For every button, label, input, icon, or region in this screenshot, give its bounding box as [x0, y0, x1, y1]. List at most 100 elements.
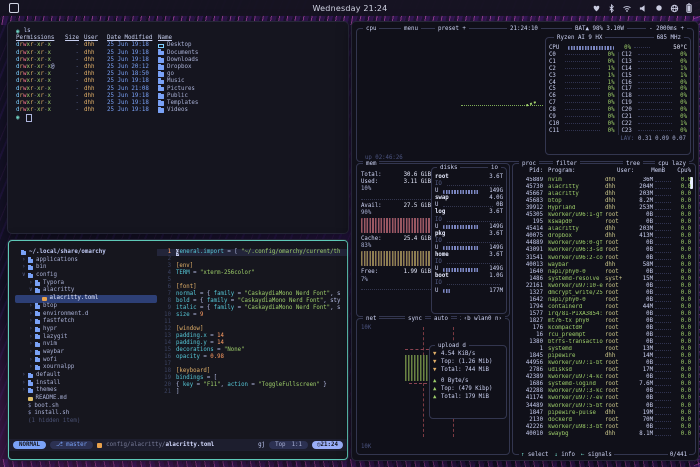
- process-row[interactable]: 1640napi/phy0-0root0B0.0: [515, 269, 693, 276]
- process-row[interactable]: 44889kworker/u96:0-gfroot0B0.0: [515, 240, 693, 247]
- process-row[interactable]: 1794containerdroot44M0.0: [515, 304, 693, 311]
- tree-item[interactable]: ›xournalpp: [15, 364, 157, 372]
- editor-pane[interactable]: 1general.import = [ "~/.config/omarchy/c…: [157, 241, 347, 439]
- process-row[interactable]: 40010swaybgdhh8.1M0.0: [515, 431, 693, 438]
- process-row[interactable]: 40013waybardhh58M0.0: [515, 262, 693, 269]
- process-row[interactable]: 1577irq/81-PIXA3854:root0B0.0: [515, 311, 693, 318]
- code-line: 1general.import = [ "~/.config/omarchy/c…: [157, 249, 347, 256]
- tree-item[interactable]: ›default: [15, 372, 157, 380]
- tree-item[interactable]: ~/.local/share/omarchy: [15, 249, 157, 257]
- folder-icon: [28, 274, 33, 278]
- tree-item[interactable]: ›environment.d: [15, 311, 157, 319]
- disk-used-row: U149G: [435, 245, 503, 252]
- process-row[interactable]: 42389kworker/u97:4-kcroot0B0.0: [515, 374, 693, 381]
- net-interface[interactable]: ‹b wlan0 n›: [461, 315, 505, 323]
- bluetooth-icon[interactable]: [608, 4, 615, 13]
- wifi-icon[interactable]: [622, 4, 632, 13]
- btop-window[interactable]: cpu menu preset + 21:24:10 BAT▲ 98% 3.10…: [352, 22, 698, 460]
- ls-name: Music: [158, 78, 340, 85]
- process-row[interactable]: 40075dropboxdhh413M0.0: [515, 233, 693, 240]
- process-row[interactable]: 43091kworker/u96:3-sdroot0B0.0: [515, 247, 693, 254]
- cpu-core-row: C180%: [619, 93, 691, 100]
- nvim-window[interactable]: ~/.local/share/omarchy›applications›bin∨…: [8, 240, 348, 460]
- tree-item[interactable]: ›nvim: [15, 341, 157, 349]
- tree-item[interactable]: ∨config: [15, 272, 157, 280]
- tree-item[interactable]: ›waybar: [15, 349, 157, 357]
- process-row[interactable]: 1systemdroot13M0.0: [515, 346, 693, 353]
- net-box-title[interactable]: net: [363, 315, 379, 323]
- tree-item[interactable]: ›themes: [15, 387, 157, 395]
- process-row[interactable]: 34489kworker/u97:5-btroot0B0.0: [515, 403, 693, 410]
- mem-box-title[interactable]: mem: [363, 160, 379, 168]
- code-line: 3[env]: [157, 263, 347, 270]
- tree-item[interactable]: ›install: [15, 380, 157, 388]
- tree-item[interactable]: (1 hidden item): [15, 418, 157, 426]
- code-line: 14padding.y = 14: [157, 340, 347, 347]
- folder-icon: [35, 358, 40, 362]
- process-row[interactable]: 1380btrfs-transactioroot0B0.0: [515, 339, 693, 346]
- proc-footer-action[interactable]: ← signals: [581, 452, 612, 458]
- process-row[interactable]: 1486systemd-resolvesyst+15M0.0: [515, 276, 693, 283]
- tree-item[interactable]: ∨alacritty: [15, 287, 157, 295]
- process-row[interactable]: 22161kworker/u97:10-eroot0B0.0: [515, 283, 693, 290]
- process-row[interactable]: 44956kworker/u97:1-btroot0B0.0: [515, 360, 693, 367]
- proc-footer-action[interactable]: ↑ select: [521, 452, 548, 458]
- process-row[interactable]: 2786udisksdroot17M0.0: [515, 367, 693, 374]
- process-row[interactable]: 45683btopdhh8.2M0.0: [515, 198, 693, 205]
- net-sync-toggle[interactable]: sync: [405, 315, 425, 323]
- cpu-core-row: C31%: [546, 73, 618, 80]
- line-number: 4: [157, 270, 176, 277]
- process-row[interactable]: 31541kworker/u96:2-coroot0B0.0: [515, 255, 693, 262]
- disks-io-toggle[interactable]: io: [488, 164, 501, 172]
- process-row[interactable]: 2130dockerdroot70M0.0: [515, 417, 693, 424]
- process-row[interactable]: 176kcompactd0root0B0.0: [515, 325, 693, 332]
- tree-item[interactable]: $boot.sh: [15, 403, 157, 411]
- disks-box-title[interactable]: disks: [437, 164, 460, 172]
- process-row[interactable]: 195kswapd0root0B0.0: [515, 219, 693, 226]
- net-auto-toggle[interactable]: auto: [431, 315, 451, 323]
- tree-item[interactable]: ›fastfetch: [15, 318, 157, 326]
- process-row[interactable]: 45414alacrittydhh203M0.0: [515, 226, 693, 233]
- process-row[interactable]: 16rcu_preemptroot0B0.0: [515, 332, 693, 339]
- tree-item[interactable]: $install.sh: [15, 410, 157, 418]
- battery-icon[interactable]: [686, 3, 692, 13]
- tree-item[interactable]: ›applications: [15, 257, 157, 265]
- refresh-interval[interactable]: - 2000ms +: [646, 25, 687, 33]
- process-row[interactable]: 1827mt76-tx phy0root0B0.0: [515, 318, 693, 325]
- volume-icon[interactable]: [639, 4, 648, 13]
- process-row[interactable]: 1686systemd-logindroot7.6M0.0: [515, 381, 693, 388]
- record-icon[interactable]: [655, 4, 663, 12]
- menu-button[interactable]: menu: [401, 25, 421, 33]
- process-row[interactable]: 45889nvimdhh36M0.0: [515, 177, 693, 184]
- tree-item-label: install: [36, 380, 60, 388]
- process-row[interactable]: 1642napi/phy0-0root0B0.0: [515, 297, 693, 304]
- update-icon[interactable]: [592, 4, 601, 13]
- process-row[interactable]: 45730alacrittydhh204M0.0: [515, 184, 693, 191]
- proc-footer-action[interactable]: ↓ info: [554, 452, 575, 458]
- preset-button[interactable]: preset +: [435, 25, 469, 33]
- tree-item[interactable]: ›btop: [15, 303, 157, 311]
- process-row[interactable]: 1847pipewire-pulsedhh19M0.0: [515, 410, 693, 417]
- disk-name-row: log3.6T: [435, 209, 503, 216]
- mem-stat-percent: 83%: [361, 243, 431, 250]
- process-row[interactable]: 45667alacrittydhh203M0.0: [515, 191, 693, 198]
- process-row[interactable]: 42288kworker/u97:3-kcroot0B0.0: [515, 388, 693, 395]
- tree-item[interactable]: ›lazygit: [15, 334, 157, 342]
- tree-item[interactable]: README.md: [15, 395, 157, 403]
- ls-row: drwxr-xr-x-dhh25 Jun 19:18Templates: [16, 100, 340, 107]
- process-row[interactable]: 1845pipewiredhh14M0.0: [515, 353, 693, 360]
- process-row[interactable]: 45305kworker/u96:1-gfroot0B0.0: [515, 212, 693, 219]
- tree-item[interactable]: ›wofi: [15, 357, 157, 365]
- language-globe-icon[interactable]: [670, 4, 679, 13]
- tree-item[interactable]: ›hypr: [15, 326, 157, 334]
- tree-item[interactable]: ›bin: [15, 264, 157, 272]
- cpu-box-title[interactable]: cpu: [363, 25, 379, 33]
- code-line: 5: [157, 277, 347, 284]
- terminal-window-ls[interactable]: ◉ ls Permissions Size User Date Modified…: [8, 22, 348, 233]
- tree-item[interactable]: ›Typora: [15, 280, 157, 288]
- process-row[interactable]: 41174kworker/u97:7-evroot0B0.0: [515, 395, 693, 402]
- process-row[interactable]: 1327dmcrypt_write/25root0B0.0: [515, 290, 693, 297]
- process-row[interactable]: 39912Hyprlanddhh253M0.0: [515, 205, 693, 212]
- process-row[interactable]: 42226kworker/u98:3-btroot0B0.0: [515, 424, 693, 431]
- tree-item[interactable]: alacritty.toml: [15, 295, 157, 303]
